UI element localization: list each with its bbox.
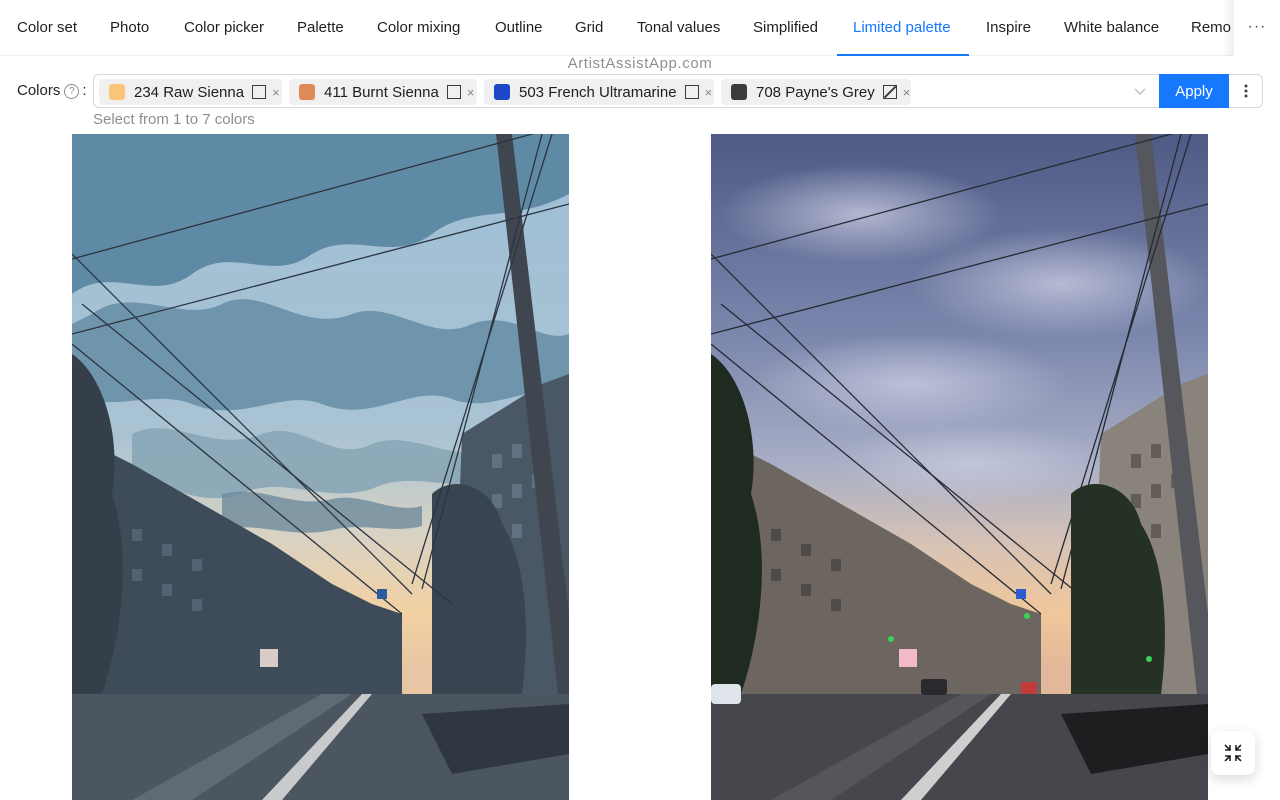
close-icon[interactable]: × [272, 85, 280, 100]
close-icon[interactable]: × [467, 85, 475, 100]
watermark: ArtistAssistApp.com [567, 55, 713, 72]
tab-tonal-values[interactable]: Tonal values [637, 0, 720, 56]
colors-label-text: Colors [17, 82, 61, 99]
tab-color-picker[interactable]: Color picker [184, 0, 264, 56]
tab-limited-palette[interactable]: Limited palette [853, 0, 951, 56]
limited-palette-preview-canvas [72, 134, 569, 800]
color-swatch [109, 84, 125, 100]
tab-color-set[interactable]: Color set [17, 0, 77, 56]
question-circle-icon[interactable]: ? [64, 83, 80, 99]
tab-list: Color set Photo Color picker Palette Col… [0, 0, 1234, 56]
vertical-ellipsis-icon [1244, 84, 1247, 98]
limited-palette-preview-image[interactable] [72, 134, 569, 800]
color-tag-label: 234 Raw Sienna [134, 83, 245, 101]
color-tag-french-ultramarine: 503 French Ultramarine × [484, 79, 714, 105]
tab-white-balance[interactable]: White balance [1064, 0, 1159, 56]
tab-simplified[interactable]: Simplified [753, 0, 818, 56]
tab-outline[interactable]: Outline [495, 0, 543, 56]
color-swatch [299, 84, 315, 100]
apply-button[interactable]: Apply [1159, 74, 1229, 108]
colors-helper-text: Select from 1 to 7 colors [93, 111, 255, 128]
tab-grid[interactable]: Grid [575, 0, 603, 56]
tabs-more-ellipsis-icon[interactable]: ··· [1234, 0, 1280, 56]
color-tag-label: 503 French Ultramarine [519, 83, 677, 101]
original-photo-image[interactable] [711, 134, 1208, 800]
color-tag-label: 411 Burnt Sienna [324, 83, 439, 101]
tab-palette[interactable]: Palette [297, 0, 344, 56]
color-tag-label: 708 Payne's Grey [756, 83, 875, 101]
original-photo-canvas [711, 134, 1208, 800]
fullscreen-exit-icon [1224, 744, 1242, 762]
color-swatch [731, 84, 747, 100]
color-tag-burnt-sienna: 411 Burnt Sienna × [289, 79, 477, 105]
chevron-down-icon[interactable] [1132, 83, 1148, 99]
color-swatch [494, 84, 510, 100]
fullscreen-exit-button[interactable] [1211, 731, 1255, 775]
close-icon[interactable]: × [903, 85, 911, 100]
tab-inspire[interactable]: Inspire [986, 0, 1031, 56]
label-colon: : [82, 82, 87, 99]
tab-overflow-shadow [1222, 0, 1234, 56]
tab-color-mixing[interactable]: Color mixing [377, 0, 460, 56]
close-icon[interactable]: × [705, 85, 713, 100]
tab-bar: Color set Photo Color picker Palette Col… [0, 0, 1280, 56]
tab-photo[interactable]: Photo [110, 0, 149, 56]
square-icon[interactable] [446, 85, 461, 99]
square-icon[interactable] [684, 85, 699, 99]
square-slash-icon[interactable] [882, 85, 897, 99]
colors-label: Colors ? : [17, 80, 87, 102]
more-menu-button[interactable] [1229, 74, 1263, 108]
square-icon[interactable] [252, 85, 267, 99]
colors-select[interactable]: 234 Raw Sienna × 411 Burnt Sienna × 503 … [93, 74, 1160, 108]
color-tag-paynes-grey: 708 Payne's Grey × [721, 79, 911, 105]
color-tag-raw-sienna: 234 Raw Sienna × [99, 79, 282, 105]
